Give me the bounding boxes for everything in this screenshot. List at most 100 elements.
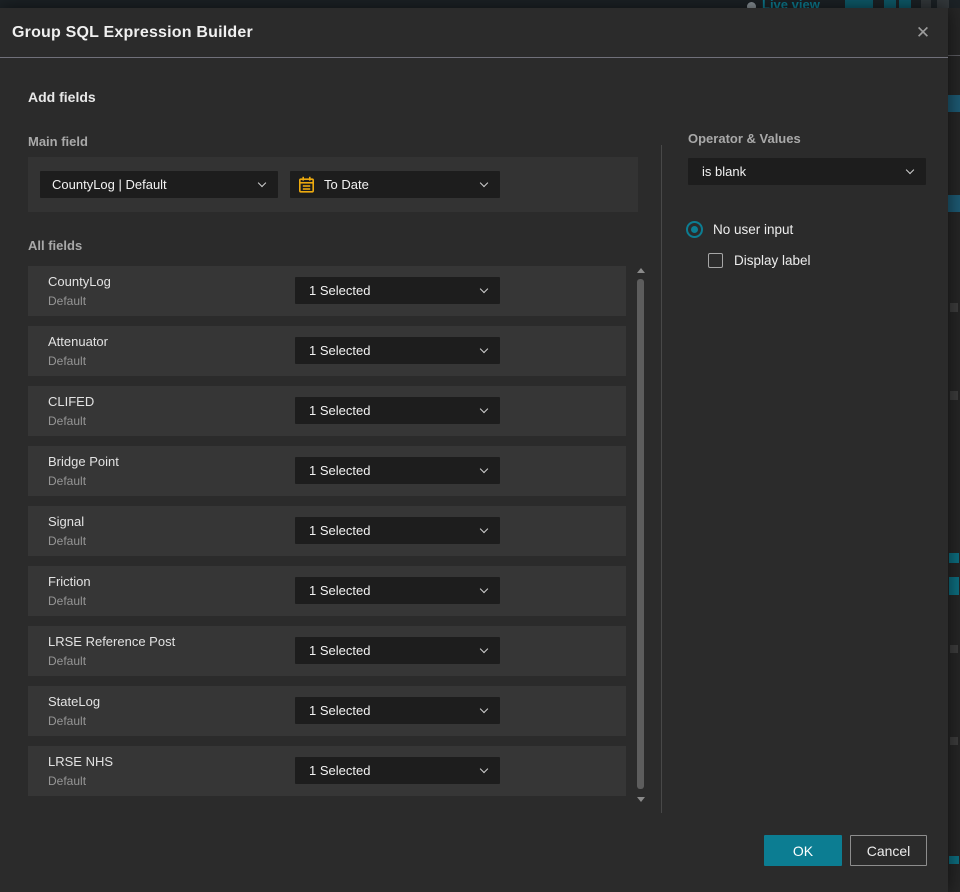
chevron-down-icon [479,584,489,594]
field-subtitle: Default [48,294,87,308]
scroll-up-icon[interactable] [637,268,645,273]
add-fields-heading: Add fields [28,89,96,105]
field-selection-select[interactable]: 1 Selected [295,637,500,664]
field-subtitle: Default [48,594,87,608]
field-subtitle: Default [48,774,87,788]
field-subtitle: Default [48,474,87,488]
field-subtitle: Default [48,414,87,428]
operator-select-value: is blank [702,164,747,179]
header-divider [0,57,948,58]
field-row: LRSE NHS Default 1 Selected [28,746,626,796]
chevron-down-icon [479,344,489,354]
backdrop-item [948,195,960,212]
backdrop-button [899,0,911,8]
field-selection-value: 1 Selected [309,763,371,778]
field-row: CountyLog Default 1 Selected [28,266,626,316]
ok-button[interactable]: OK [764,835,842,866]
backdrop-item [950,391,958,400]
field-selection-select[interactable]: 1 Selected [295,697,500,724]
main-date-field-select[interactable]: To Date [290,171,500,198]
backdrop-button [921,0,931,8]
backdrop-item [949,577,959,595]
field-row: Friction Default 1 Selected [28,566,626,616]
backdrop-toolbar: Live view [0,0,960,8]
field-row: Signal Default 1 Selected [28,506,626,556]
chevron-down-icon [479,178,489,188]
main-field-select-value: CountyLog | Default [52,177,167,192]
cancel-button[interactable]: Cancel [850,835,927,866]
field-selection-select[interactable]: 1 Selected [295,397,500,424]
calendar-icon [298,176,315,194]
dialog-title: Group SQL Expression Builder [12,24,253,41]
all-fields-list: CountyLog Default 1 Selected Attenuator … [28,266,626,806]
field-selection-value: 1 Selected [309,403,371,418]
checkbox-unchecked-icon [708,253,723,268]
field-selection-select[interactable]: 1 Selected [295,577,500,604]
backdrop-right-panel [948,8,960,892]
field-name: CLIFED [48,394,95,409]
field-selection-value: 1 Selected [309,703,371,718]
field-selection-select[interactable]: 1 Selected [295,277,500,304]
field-name: Friction [48,574,91,589]
backdrop-button [884,0,896,8]
field-row: Bridge Point Default 1 Selected [28,446,626,496]
backdrop-item [948,95,960,112]
all-fields-label: All fields [28,238,83,253]
dialog-header: Group SQL Expression Builder ✕ [0,8,948,57]
field-row: CLIFED Default 1 Selected [28,386,626,436]
operator-select[interactable]: is blank [688,158,926,185]
scrollbar-thumb[interactable] [637,279,644,789]
backdrop-button [937,0,949,8]
backdrop-item [949,553,959,563]
field-name: CountyLog [48,274,111,289]
chevron-down-icon [479,644,489,654]
field-row: LRSE Reference Post Default 1 Selected [28,626,626,676]
field-selection-select[interactable]: 1 Selected [295,457,500,484]
field-selection-select[interactable]: 1 Selected [295,517,500,544]
scroll-down-icon[interactable] [637,797,645,802]
live-view-label: Live view [762,0,820,8]
chevron-down-icon [479,464,489,474]
chevron-down-icon [905,165,915,175]
group-sql-expression-builder-dialog: Group SQL Expression Builder ✕ Add field… [0,8,948,892]
radio-selected-icon [686,221,703,238]
display-label-checkbox[interactable]: Display label [708,253,811,268]
chevron-down-icon [479,284,489,294]
close-icon[interactable]: ✕ [912,22,934,44]
field-selection-select[interactable]: 1 Selected [295,757,500,784]
field-name: StateLog [48,694,101,709]
field-name: Signal [48,514,85,529]
field-name: Attenuator [48,334,108,349]
field-subtitle: Default [48,714,87,728]
chevron-down-icon [257,178,267,188]
main-field-select[interactable]: CountyLog | Default [40,171,278,198]
main-field-label: Main field [28,134,88,149]
field-selection-value: 1 Selected [309,523,371,538]
chevron-down-icon [479,704,489,714]
main-field-container: CountyLog | Default To Date [28,157,638,212]
screen: Live view Group SQL Expression Builder ✕… [0,0,960,892]
field-selection-select[interactable]: 1 Selected [295,337,500,364]
field-row: StateLog Default 1 Selected [28,686,626,736]
backdrop-item [948,55,960,56]
no-user-input-radio[interactable]: No user input [686,221,793,238]
list-scrollbar[interactable] [636,266,646,806]
backdrop-button [845,0,873,8]
main-date-select-value: To Date [324,177,369,192]
field-selection-value: 1 Selected [309,583,371,598]
field-selection-value: 1 Selected [309,343,371,358]
field-subtitle: Default [48,534,87,548]
backdrop-item [950,303,958,312]
backdrop-item [950,645,958,653]
field-selection-value: 1 Selected [309,463,371,478]
backdrop-item [949,856,959,864]
field-subtitle: Default [48,354,87,368]
field-row: Attenuator Default 1 Selected [28,326,626,376]
field-name: LRSE Reference Post [48,634,176,649]
field-name: Bridge Point [48,454,119,469]
operator-values-label: Operator & Values [688,131,801,146]
panel-divider [661,145,662,813]
field-selection-value: 1 Selected [309,283,371,298]
radio-label: No user input [713,222,794,237]
field-selection-value: 1 Selected [309,643,371,658]
